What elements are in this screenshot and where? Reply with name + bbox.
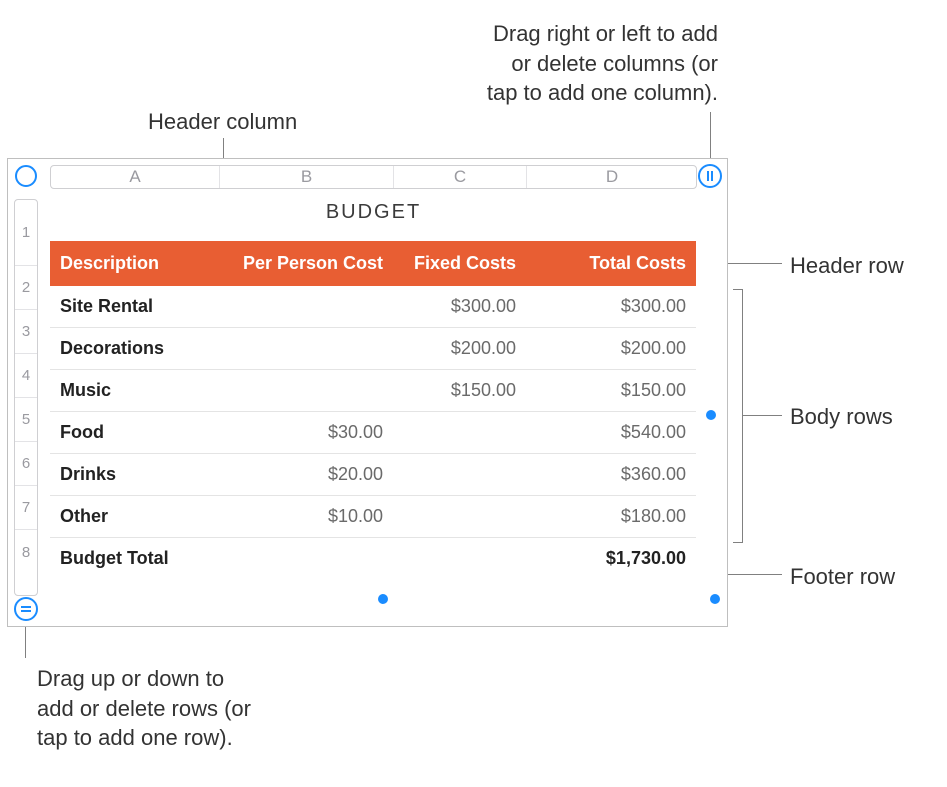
row-header-3[interactable]: 3 [15,310,37,354]
cell-total[interactable]: $200.00 [526,328,696,370]
hdr-description[interactable]: Description [50,241,219,286]
leader-body-rows [743,415,782,416]
table-header-row[interactable]: Description Per Person Cost Fixed Costs … [50,241,696,286]
callout-add-columns: Drag right or left to add or delete colu… [413,19,718,108]
column-header-C[interactable]: C [394,166,527,188]
cell-desc[interactable]: Site Rental [50,286,219,328]
data-grid: Description Per Person Cost Fixed Costs … [50,241,696,579]
cell-desc[interactable]: Decorations [50,328,219,370]
cell-total[interactable]: $540.00 [526,412,696,454]
row-header-7[interactable]: 7 [15,486,37,530]
row-header-8[interactable]: 8 [15,530,37,574]
row-header-1[interactable]: 1 [15,200,37,266]
cell-total[interactable]: $150.00 [526,370,696,412]
bracket-body-rows [733,289,743,543]
footer-total[interactable]: $1,730.00 [526,538,696,580]
table-row[interactable]: Site Rental $300.00 $300.00 [50,286,696,328]
footer-per[interactable] [219,538,393,580]
table-footer-row[interactable]: Budget Total $1,730.00 [50,538,696,580]
cell-per[interactable]: $10.00 [219,496,393,538]
add-column-handle[interactable] [698,164,722,188]
cell-per[interactable]: $30.00 [219,412,393,454]
cell-fixed[interactable] [393,412,526,454]
cell-total[interactable]: $360.00 [526,454,696,496]
cell-fixed[interactable] [393,496,526,538]
row-header-2[interactable]: 2 [15,266,37,310]
column-header-A[interactable]: A [51,166,220,188]
cell-total[interactable]: $180.00 [526,496,696,538]
cell-per[interactable] [219,328,393,370]
hdr-total[interactable]: Total Costs [526,241,696,286]
table-row[interactable]: Music $150.00 $150.00 [50,370,696,412]
cell-per[interactable]: $20.00 [219,454,393,496]
cell-desc[interactable]: Music [50,370,219,412]
callout-header-row: Header row [790,251,904,281]
cell-desc[interactable]: Drinks [50,454,219,496]
hdr-per-person[interactable]: Per Person Cost [219,241,393,286]
footer-desc[interactable]: Budget Total [50,538,219,580]
cell-per[interactable] [219,286,393,328]
footer-fixed[interactable] [393,538,526,580]
column-header-D[interactable]: D [527,166,697,188]
cell-fixed[interactable]: $300.00 [393,286,526,328]
row-header-5[interactable]: 5 [15,398,37,442]
selection-handle-icon[interactable] [378,594,388,604]
cell-desc[interactable]: Other [50,496,219,538]
cell-fixed[interactable] [393,454,526,496]
hdr-fixed[interactable]: Fixed Costs [393,241,526,286]
selection-handle-icon[interactable] [706,410,716,420]
add-row-handle[interactable] [14,597,38,621]
row-number-gutter[interactable]: 1 2 3 4 5 6 7 8 [14,199,38,596]
row-header-4[interactable]: 4 [15,354,37,398]
column-letter-bar[interactable]: A B C D [50,165,697,189]
spreadsheet-table: A B C D 1 2 3 4 5 6 7 8 BUDGET Descripti… [7,158,728,627]
cell-total[interactable]: $300.00 [526,286,696,328]
table-row[interactable]: Drinks $20.00 $360.00 [50,454,696,496]
table-row[interactable]: Food $30.00 $540.00 [50,412,696,454]
callout-body-rows: Body rows [790,402,893,432]
selection-handle-icon[interactable] [710,594,720,604]
cell-fixed[interactable]: $200.00 [393,328,526,370]
callout-footer-row: Footer row [790,562,895,592]
table-origin-handle[interactable] [15,165,37,187]
row-header-6[interactable]: 6 [15,442,37,486]
cell-desc[interactable]: Food [50,412,219,454]
table-title[interactable]: BUDGET [50,201,697,241]
callout-add-rows: Drag up or down to add or delete rows (o… [37,664,251,753]
cell-fixed[interactable]: $150.00 [393,370,526,412]
leader-add-cols [710,112,711,162]
table-row[interactable]: Other $10.00 $180.00 [50,496,696,538]
table-row[interactable]: Decorations $200.00 $200.00 [50,328,696,370]
column-header-B[interactable]: B [220,166,394,188]
callout-header-column: Header column [148,107,297,137]
cell-per[interactable] [219,370,393,412]
leader-add-rows [25,626,26,658]
